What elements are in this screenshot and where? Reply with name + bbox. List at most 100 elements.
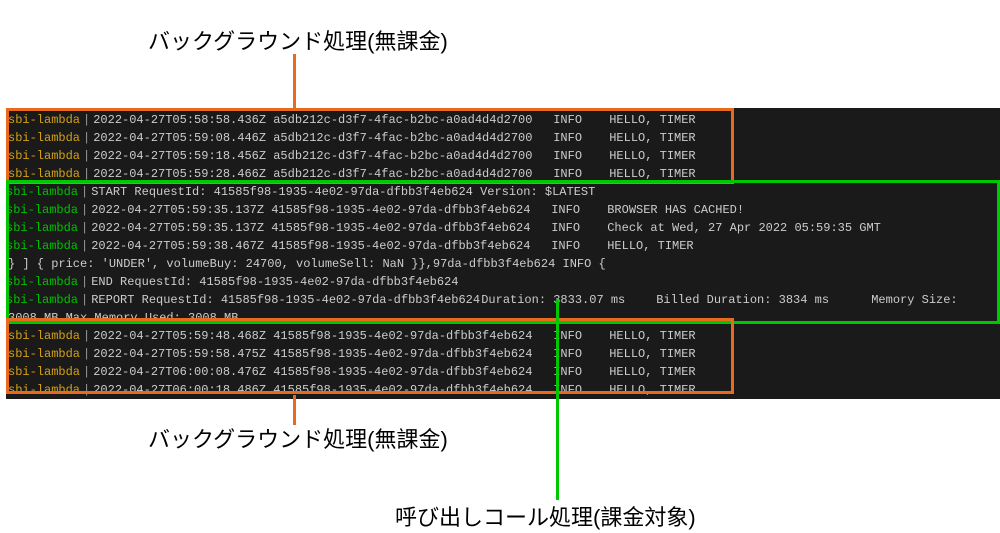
log-pipe: | [83, 111, 90, 129]
log-report-billed: Billed Duration: 3834 ms [656, 291, 871, 309]
log-end-text: END RequestId: 41585f98-1935-4e02-97da-d… [91, 273, 458, 291]
annotation-background-bottom: バックグラウンド処理(無課金) [148, 422, 448, 454]
log-pipe: | [83, 327, 90, 345]
log-request-id: a5db212c-d3f7-4fac-b2bc-a0ad4d4d2700 [273, 111, 553, 129]
log-source: sbi-lambda [6, 129, 80, 147]
log-request-id: 41585f98-1935-4e02-97da-dfbb3f4eb624 [273, 381, 553, 399]
log-line: sbi-lambda | 2022-04-27T06:00:08.476Z 41… [6, 363, 1000, 381]
log-message: HELLO, TIMER [609, 165, 695, 183]
log-line: sbi-lambda | 2022-04-27T05:59:38.467Z 41… [6, 237, 1000, 255]
log-level: INFO [553, 111, 609, 129]
annotation-billed: 呼び出しコール処理(課金対象) [395, 500, 696, 532]
log-request-id: a5db212c-d3f7-4fac-b2bc-a0ad4d4d2700 [273, 129, 553, 147]
log-message: HELLO, TIMER [609, 129, 695, 147]
log-request-id: 41585f98-1935-4e02-97da-dfbb3f4eb624 [271, 201, 551, 219]
log-pipe: | [83, 363, 90, 381]
log-level: INFO [553, 381, 609, 399]
log-pipe: | [83, 165, 90, 183]
log-pipe: | [81, 219, 88, 237]
log-pipe: | [81, 237, 88, 255]
log-request-id: 41585f98-1935-4e02-97da-dfbb3f4eb624 [273, 363, 553, 381]
log-message: Check at Wed, 27 Apr 2022 05:59:35 GMT [607, 219, 881, 237]
log-pipe: | [81, 183, 88, 201]
log-line-start: sbi-lambda | START RequestId: 41585f98-1… [6, 183, 1000, 201]
log-line: sbi-lambda | 2022-04-27T05:59:35.137Z 41… [6, 219, 1000, 237]
log-timestamp: 2022-04-27T05:59:38.467Z [91, 237, 271, 255]
log-line: sbi-lambda | 2022-04-27T05:59:48.468Z 41… [6, 327, 1000, 345]
log-timestamp: 2022-04-27T06:00:08.476Z [93, 363, 273, 381]
log-pipe: | [81, 291, 88, 309]
log-source: sbi-lambda [6, 363, 80, 381]
log-line: sbi-lambda | 2022-04-27T05:58:58.436Z a5… [6, 111, 1000, 129]
log-report-prefix: REPORT RequestId: 41585f98-1935-4e02-97d… [91, 291, 481, 309]
log-source: sbi-lambda [6, 381, 80, 399]
log-line: sbi-lambda | 2022-04-27T05:59:35.137Z 41… [6, 201, 1000, 219]
log-level: INFO [551, 237, 607, 255]
log-timestamp: 2022-04-27T05:59:35.137Z [91, 219, 271, 237]
log-source: sbi-lambda [6, 327, 80, 345]
log-timestamp: 2022-04-27T05:59:28.466Z [93, 165, 273, 183]
log-request-id: 41585f98-1935-4e02-97da-dfbb3f4eb624 [271, 219, 551, 237]
log-message: HELLO, TIMER [609, 345, 695, 363]
leader-line-green [556, 300, 559, 500]
log-message: HELLO, TIMER [609, 363, 695, 381]
log-line: sbi-lambda | 2022-04-27T05:59:08.446Z a5… [6, 129, 1000, 147]
log-source: sbi-lambda [6, 147, 80, 165]
log-request-id: 41585f98-1935-4e02-97da-dfbb3f4eb624 [271, 237, 551, 255]
log-request-id: a5db212c-d3f7-4fac-b2bc-a0ad4d4d2700 [273, 147, 553, 165]
log-level: INFO [551, 219, 607, 237]
log-message: HELLO, TIMER [609, 381, 695, 399]
log-line: sbi-lambda | 2022-04-27T05:59:58.475Z 41… [6, 345, 1000, 363]
log-source: sbi-lambda [6, 237, 78, 255]
log-message: HELLO, TIMER [609, 327, 695, 345]
log-source: sbi-lambda [6, 273, 78, 291]
log-level: INFO [553, 363, 609, 381]
log-source: sbi-lambda [6, 219, 78, 237]
log-timestamp: 2022-04-27T05:59:58.475Z [93, 345, 273, 363]
log-pipe: | [83, 129, 90, 147]
log-report-duration: Duration: 3833.07 ms [481, 291, 656, 309]
log-line-payload: } ] { price: 'UNDER', volumeBuy: 24700, … [6, 255, 1000, 273]
log-line: sbi-lambda | 2022-04-27T05:59:28.466Z a5… [6, 165, 1000, 183]
log-source: sbi-lambda [6, 291, 78, 309]
log-message: HELLO, TIMER [609, 147, 695, 165]
log-pipe: | [81, 201, 88, 219]
log-level: INFO [553, 165, 609, 183]
log-request-id: 41585f98-1935-4e02-97da-dfbb3f4eb624 [273, 345, 553, 363]
log-message: HELLO, TIMER [609, 111, 695, 129]
log-report-memsize: Memory Size: [871, 291, 957, 309]
log-memory-text: 3008 MB Max Memory Used: 3008 MB [6, 309, 238, 327]
log-pipe: | [83, 345, 90, 363]
log-line-memory: 3008 MB Max Memory Used: 3008 MB [6, 309, 1000, 327]
log-request-id: a5db212c-d3f7-4fac-b2bc-a0ad4d4d2700 [273, 165, 553, 183]
log-message: HELLO, TIMER [607, 237, 693, 255]
log-line: sbi-lambda | 2022-04-27T05:59:18.456Z a5… [6, 147, 1000, 165]
annotation-background-top: バックグラウンド処理(無課金) [148, 24, 448, 56]
log-source: sbi-lambda [6, 165, 80, 183]
log-source: sbi-lambda [6, 345, 80, 363]
log-timestamp: 2022-04-27T05:59:18.456Z [93, 147, 273, 165]
log-message: BROWSER HAS CACHED! [607, 201, 744, 219]
log-line-report: sbi-lambda | REPORT RequestId: 41585f98-… [6, 291, 1000, 309]
log-level: INFO [553, 345, 609, 363]
leader-line-bottom [293, 395, 296, 425]
terminal-log-panel: sbi-lambda | 2022-04-27T05:58:58.436Z a5… [6, 108, 1000, 399]
log-line: sbi-lambda | 2022-04-27T06:00:18.486Z 41… [6, 381, 1000, 399]
log-source: sbi-lambda [6, 183, 78, 201]
log-timestamp: 2022-04-27T05:59:35.137Z [91, 201, 271, 219]
log-pipe: | [81, 273, 88, 291]
leader-line-top [293, 54, 296, 112]
log-payload-text: } ] { price: 'UNDER', volumeBuy: 24700, … [6, 255, 606, 273]
log-level: INFO [553, 327, 609, 345]
log-start-text: START RequestId: 41585f98-1935-4e02-97da… [91, 183, 595, 201]
log-timestamp: 2022-04-27T05:59:08.446Z [93, 129, 273, 147]
log-pipe: | [83, 147, 90, 165]
log-source: sbi-lambda [6, 111, 80, 129]
log-pipe: | [83, 381, 90, 399]
log-timestamp: 2022-04-27T05:58:58.436Z [93, 111, 273, 129]
log-level: INFO [553, 147, 609, 165]
log-timestamp: 2022-04-27T05:59:48.468Z [93, 327, 273, 345]
log-source: sbi-lambda [6, 201, 78, 219]
log-level: INFO [553, 129, 609, 147]
log-timestamp: 2022-04-27T06:00:18.486Z [93, 381, 273, 399]
